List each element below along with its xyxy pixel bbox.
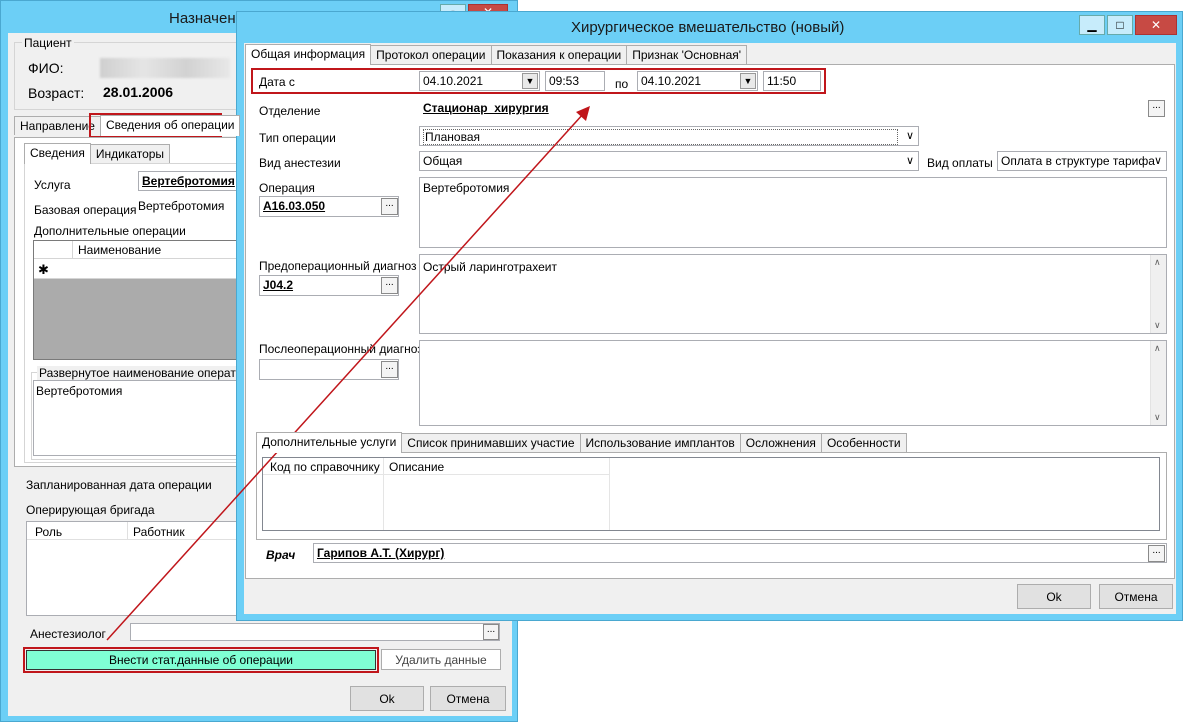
tab-general-info[interactable]: Общая информация (245, 44, 372, 65)
subtab-details[interactable]: Сведения (24, 143, 91, 164)
tab-operation-info[interactable]: Сведения об операции (99, 115, 241, 136)
tab-additional-services[interactable]: Дополнительные услуги (256, 432, 403, 453)
annotation-arrow (106, 106, 590, 641)
